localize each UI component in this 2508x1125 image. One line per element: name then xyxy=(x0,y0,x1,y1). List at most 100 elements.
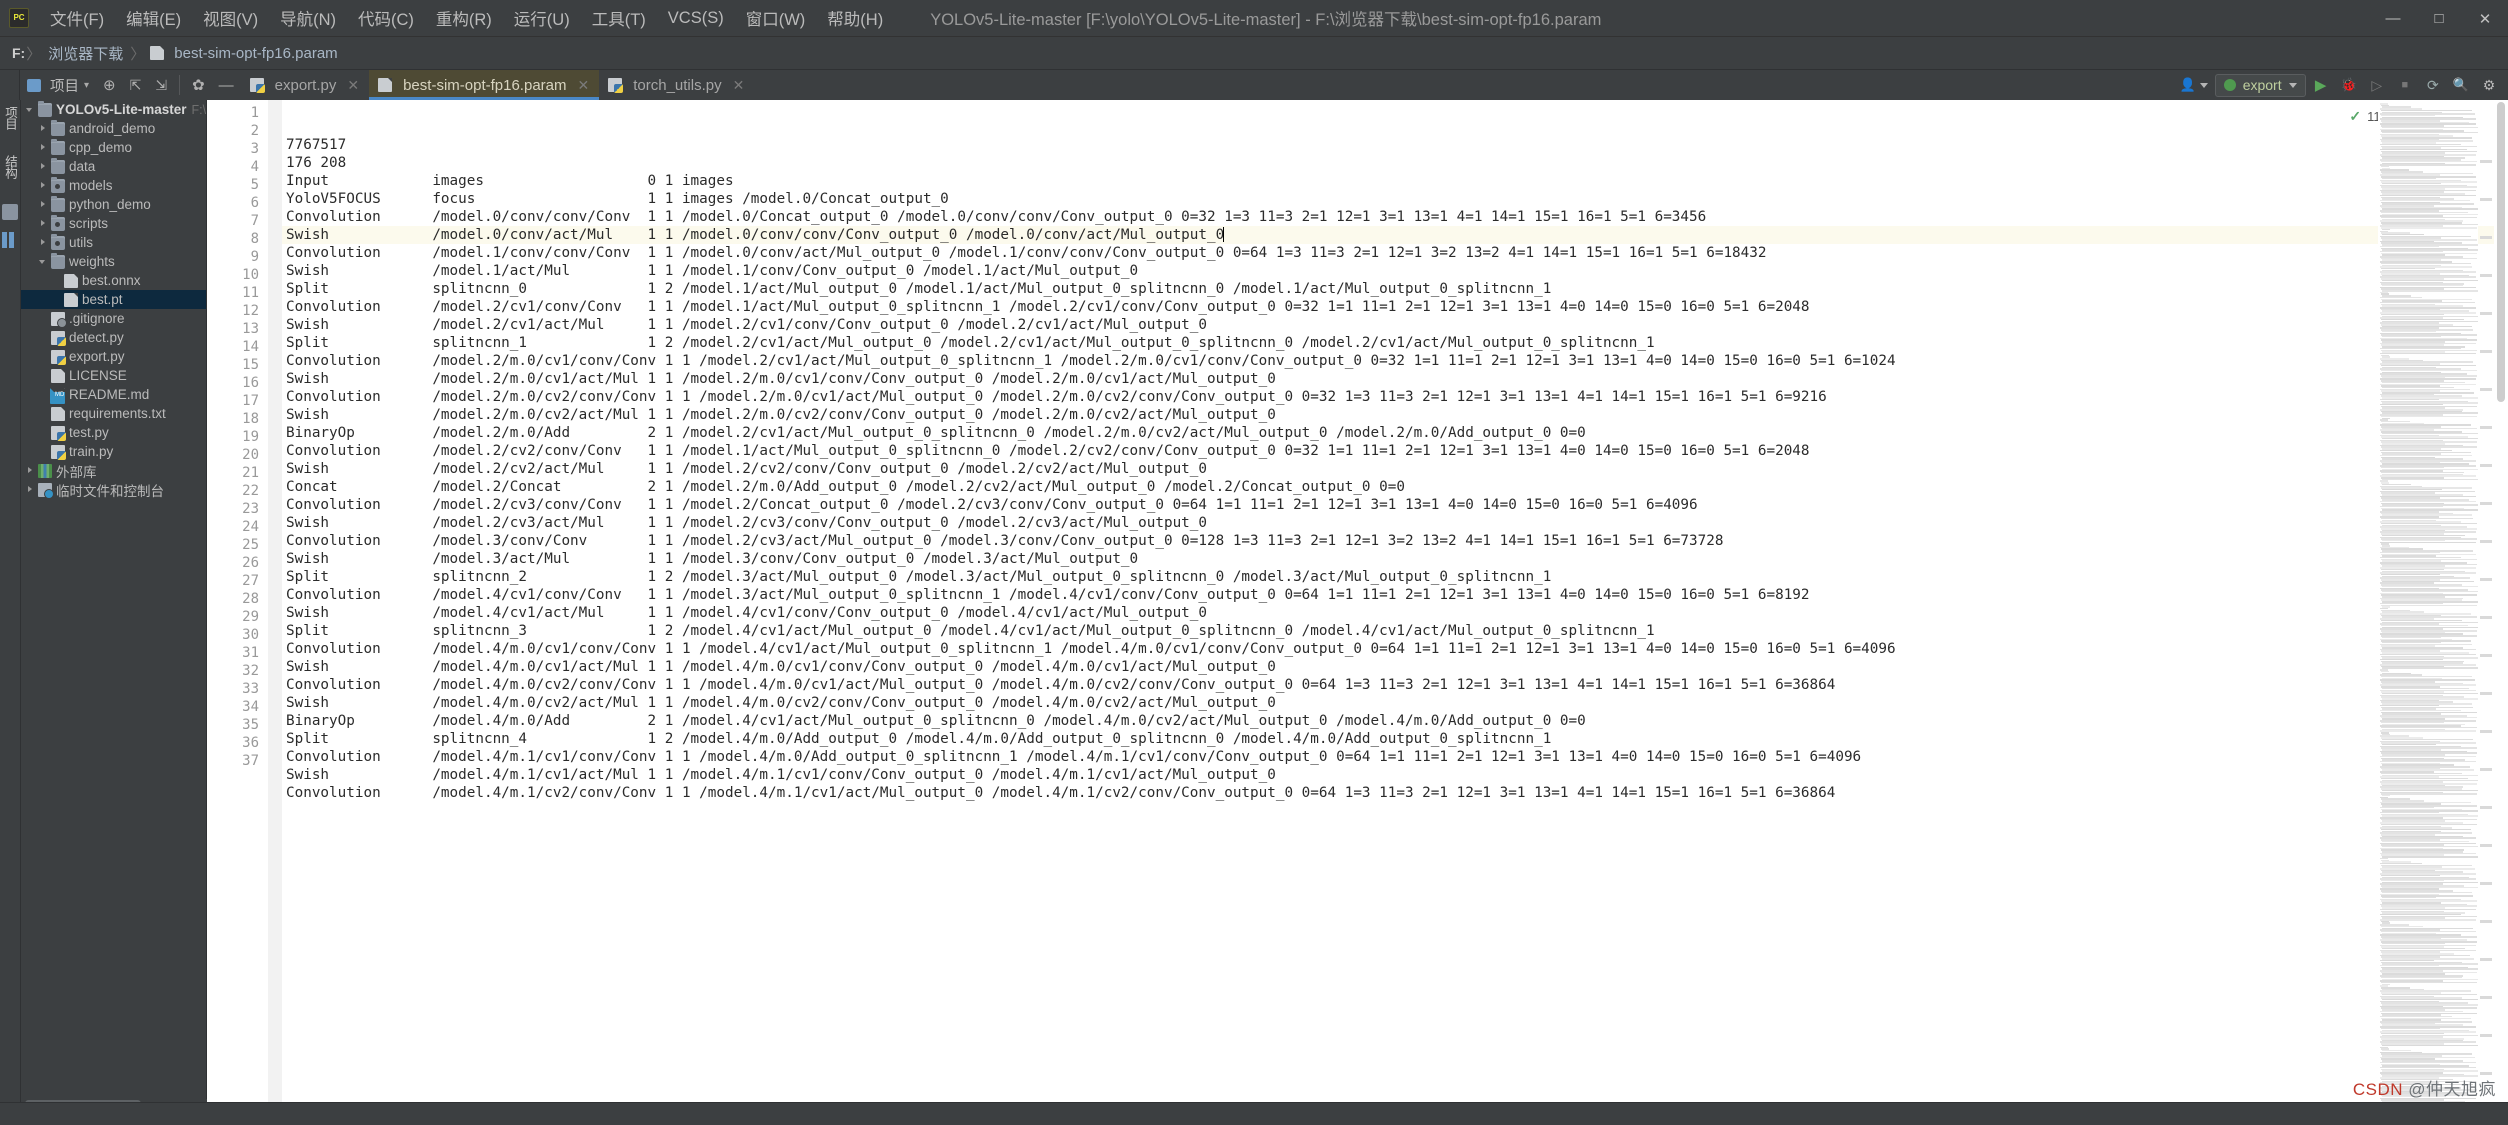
code-line[interactable]: Convolution /model.4/m.1/cv1/conv/Conv 1… xyxy=(282,748,2508,766)
code-line[interactable]: Convolution /model.4/m.0/cv1/conv/Conv 1… xyxy=(282,640,2508,658)
menu-item-0[interactable]: 文件(F) xyxy=(39,3,115,33)
tree-item-weights[interactable]: weights xyxy=(21,252,206,271)
code-line[interactable]: Swish /model.0/conv/act/Mul 1 1 /model.0… xyxy=(282,226,2508,244)
error-stripe-mark[interactable] xyxy=(2480,198,2492,201)
error-stripe-mark[interactable] xyxy=(2480,882,2492,885)
close-tab-icon[interactable]: ✕ xyxy=(733,77,745,94)
breadcrumb-drive[interactable]: F: xyxy=(0,45,25,61)
minimize-button[interactable]: — xyxy=(2370,0,2416,37)
code-line[interactable]: Convolution /model.4/m.1/cv2/conv/Conv 1… xyxy=(282,784,2508,802)
code-line[interactable]: 176 208 xyxy=(282,154,2508,172)
code-line[interactable]: YoloV5FOCUS focus 1 1 images /model.0/Co… xyxy=(282,190,2508,208)
error-stripe-mark[interactable] xyxy=(2480,502,2492,505)
tree-item-yolov5-lite-master[interactable]: YOLOv5-Lite-masterF:\yolo\ xyxy=(21,100,206,119)
code-line[interactable]: Split splitncnn_2 1 2 /model.3/act/Mul_o… xyxy=(282,568,2508,586)
code-content[interactable]: 7767517176 208Input images 0 1 imagesYol… xyxy=(282,100,2508,1125)
chevron-right-icon[interactable] xyxy=(38,123,49,134)
error-stripe-mark[interactable] xyxy=(2480,388,2492,391)
chevron-down-icon[interactable] xyxy=(25,104,36,115)
code-line[interactable]: Split splitncnn_0 1 2 /model.1/act/Mul_o… xyxy=(282,280,2508,298)
tree-item-license[interactable]: LICENSE xyxy=(21,366,206,385)
chevron-right-icon[interactable] xyxy=(38,142,49,153)
code-folding-column[interactable] xyxy=(268,100,282,1125)
editor-vertical-scrollbar[interactable] xyxy=(2494,100,2508,1125)
rail-label-structure[interactable]: 结构 xyxy=(0,155,20,178)
code-line[interactable]: Swish /model.4/cv1/act/Mul 1 1 /model.4/… xyxy=(282,604,2508,622)
editor-tab-1[interactable]: best-sim-opt-fp16.param✕ xyxy=(369,70,599,100)
run-coverage-button[interactable]: ▷ xyxy=(2364,73,2390,97)
code-line[interactable]: Convolution /model.0/conv/conv/Conv 1 1 … xyxy=(282,208,2508,226)
tree-item-cpp-demo[interactable]: cpp_demo xyxy=(21,138,206,157)
search-everywhere-button[interactable]: 🔍 xyxy=(2448,73,2474,97)
close-tab-icon[interactable]: ✕ xyxy=(347,77,359,94)
code-line[interactable]: Convolution /model.4/m.0/cv2/conv/Conv 1… xyxy=(282,676,2508,694)
error-stripe-mark[interactable] xyxy=(2480,274,2492,277)
menu-item-9[interactable]: 窗口(W) xyxy=(735,3,817,33)
chevron-down-icon[interactable] xyxy=(38,256,49,267)
error-stripe-mark[interactable] xyxy=(2480,426,2492,429)
tree-item-detect-py[interactable]: detect.py xyxy=(21,328,206,347)
code-line[interactable]: Convolution /model.2/m.0/cv1/conv/Conv 1… xyxy=(282,352,2508,370)
code-line[interactable]: Convolution /model.1/conv/conv/Conv 1 1 … xyxy=(282,244,2508,262)
tree-item-best-onnx[interactable]: best.onnx xyxy=(21,271,206,290)
tree-item-export-py[interactable]: export.py xyxy=(21,347,206,366)
editor-scrollbar-thumb[interactable] xyxy=(2497,102,2505,402)
editor-minimap[interactable] xyxy=(2378,100,2478,1125)
error-stripe-mark[interactable] xyxy=(2480,958,2492,961)
chevron-right-icon[interactable] xyxy=(38,199,49,210)
code-line[interactable]: Convolution /model.3/conv/Conv 1 1 /mode… xyxy=(282,532,2508,550)
tree-item-train-py[interactable]: train.py xyxy=(21,442,206,461)
menu-item-2[interactable]: 视图(V) xyxy=(192,3,269,33)
error-stripe-mark[interactable] xyxy=(2480,844,2492,847)
tree-item-data[interactable]: data xyxy=(21,157,206,176)
code-line[interactable]: Swish /model.4/m.1/cv1/act/Mul 1 1 /mode… xyxy=(282,766,2508,784)
code-line[interactable]: Convolution /model.2/cv3/conv/Conv 1 1 /… xyxy=(282,496,2508,514)
collapse-all-button[interactable]: ⇲ xyxy=(148,70,174,100)
code-line[interactable]: Swish /model.4/m.0/cv2/act/Mul 1 1 /mode… xyxy=(282,694,2508,712)
chevron-right-icon[interactable] xyxy=(25,484,36,495)
error-stripe-mark[interactable] xyxy=(2480,692,2492,695)
code-line[interactable]: Split splitncnn_1 1 2 /model.2/cv1/act/M… xyxy=(282,334,2508,352)
error-stripe-mark[interactable] xyxy=(2480,540,2492,543)
project-view-button[interactable]: 项目 ▾ xyxy=(20,70,96,100)
error-stripe-mark[interactable] xyxy=(2480,654,2492,657)
tree-item-models[interactable]: models xyxy=(21,176,206,195)
project-tree[interactable]: YOLOv5-Lite-masterF:\yolo\android_democp… xyxy=(21,100,207,1102)
tree-item-requirements-txt[interactable]: requirements.txt xyxy=(21,404,206,423)
run-configuration-selector[interactable]: export xyxy=(2215,74,2306,97)
code-line[interactable]: Swish /model.2/cv2/act/Mul 1 1 /model.2/… xyxy=(282,460,2508,478)
code-line[interactable]: Convolution /model.2/cv2/conv/Conv 1 1 /… xyxy=(282,442,2508,460)
menu-item-4[interactable]: 代码(C) xyxy=(347,3,425,33)
error-stripe-mark[interactable] xyxy=(2480,806,2492,809)
code-editor[interactable]: 1234567891011121314151617181920212223242… xyxy=(207,100,2508,1125)
expand-all-button[interactable]: ⇱ xyxy=(123,70,149,100)
stop-button[interactable]: ■ xyxy=(2392,73,2418,97)
error-stripe-mark[interactable] xyxy=(2480,768,2492,771)
bar-chart-icon[interactable] xyxy=(2,232,18,248)
code-line[interactable]: Swish /model.3/act/Mul 1 1 /model.3/conv… xyxy=(282,550,2508,568)
editor-tab-0[interactable]: export.py✕ xyxy=(241,70,369,100)
tree-item-best-pt[interactable]: best.pt xyxy=(21,290,206,309)
error-stripe-mark[interactable] xyxy=(2480,160,2492,163)
error-stripe-mark[interactable] xyxy=(2480,616,2492,619)
tree-item--gitignore[interactable]: .gitignore xyxy=(21,309,206,328)
chevron-right-icon[interactable] xyxy=(38,161,49,172)
error-stripe-mark[interactable] xyxy=(2480,1034,2492,1037)
error-stripe-mark[interactable] xyxy=(2480,578,2492,581)
chevron-right-icon[interactable] xyxy=(38,218,49,229)
chevron-right-icon[interactable] xyxy=(25,465,36,476)
tree-item-android-demo[interactable]: android_demo xyxy=(21,119,206,138)
git-update-button[interactable]: ⟳ xyxy=(2420,73,2446,97)
tree-item--[interactable]: 临时文件和控制台 xyxy=(21,480,206,499)
settings-button[interactable]: ✿ xyxy=(185,70,212,100)
error-stripe-mark[interactable] xyxy=(2480,236,2492,239)
debug-button[interactable]: 🐞 xyxy=(2336,73,2362,97)
editor-tab-2[interactable]: torch_utils.py✕ xyxy=(599,70,754,100)
menu-item-10[interactable]: 帮助(H) xyxy=(816,3,894,33)
error-stripe-mark[interactable] xyxy=(2480,350,2492,353)
menu-item-6[interactable]: 运行(U) xyxy=(503,3,581,33)
chevron-right-icon[interactable] xyxy=(38,180,49,191)
tree-item-utils[interactable]: utils xyxy=(21,233,206,252)
code-line[interactable]: Concat /model.2/Concat 2 1 /model.2/m.0/… xyxy=(282,478,2508,496)
menu-item-3[interactable]: 导航(N) xyxy=(269,3,347,33)
